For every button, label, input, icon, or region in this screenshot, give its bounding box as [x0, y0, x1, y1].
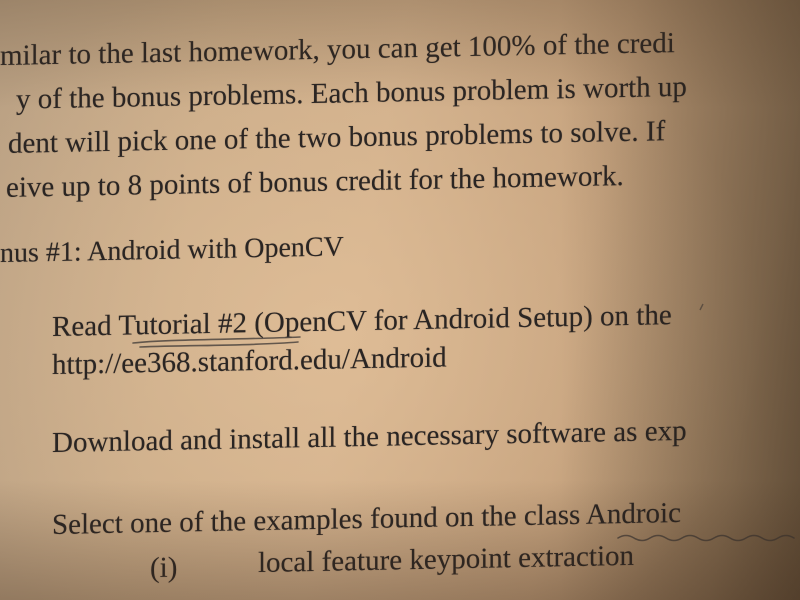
document-text: milar to the last homework, you can get …: [0, 0, 800, 600]
read-prefix: Read: [52, 309, 119, 344]
intro-line-4: eive up to 8 points of bonus credit for …: [6, 160, 624, 204]
select-line: Select one of the examples found on the …: [52, 496, 681, 542]
list-item-1-number: (i): [150, 551, 178, 585]
list-item-1-text: local feature keypoint extraction: [258, 539, 635, 580]
paper-sheet: milar to the last homework, you can get …: [0, 0, 800, 600]
tutorial-reference: Tutorial #2 (: [118, 306, 264, 342]
android-url: http://ee368.stanford.edu/Android: [52, 341, 447, 382]
read-rest: OpenCV for Android Setup) on the: [263, 299, 672, 339]
read-tutorial-line: Read Tutorial #2 (OpenCV for Android Set…: [52, 299, 672, 344]
intro-line-1: milar to the last homework, you can get …: [0, 27, 675, 72]
bonus-heading: nus #1: Android with OpenCV: [0, 231, 344, 269]
download-line: Download and install all the necessary s…: [52, 414, 687, 460]
intro-line-2: y of the bonus problems. Each bonus prob…: [16, 70, 687, 116]
intro-line-3: dent will pick one of the two bonus prob…: [8, 115, 666, 160]
